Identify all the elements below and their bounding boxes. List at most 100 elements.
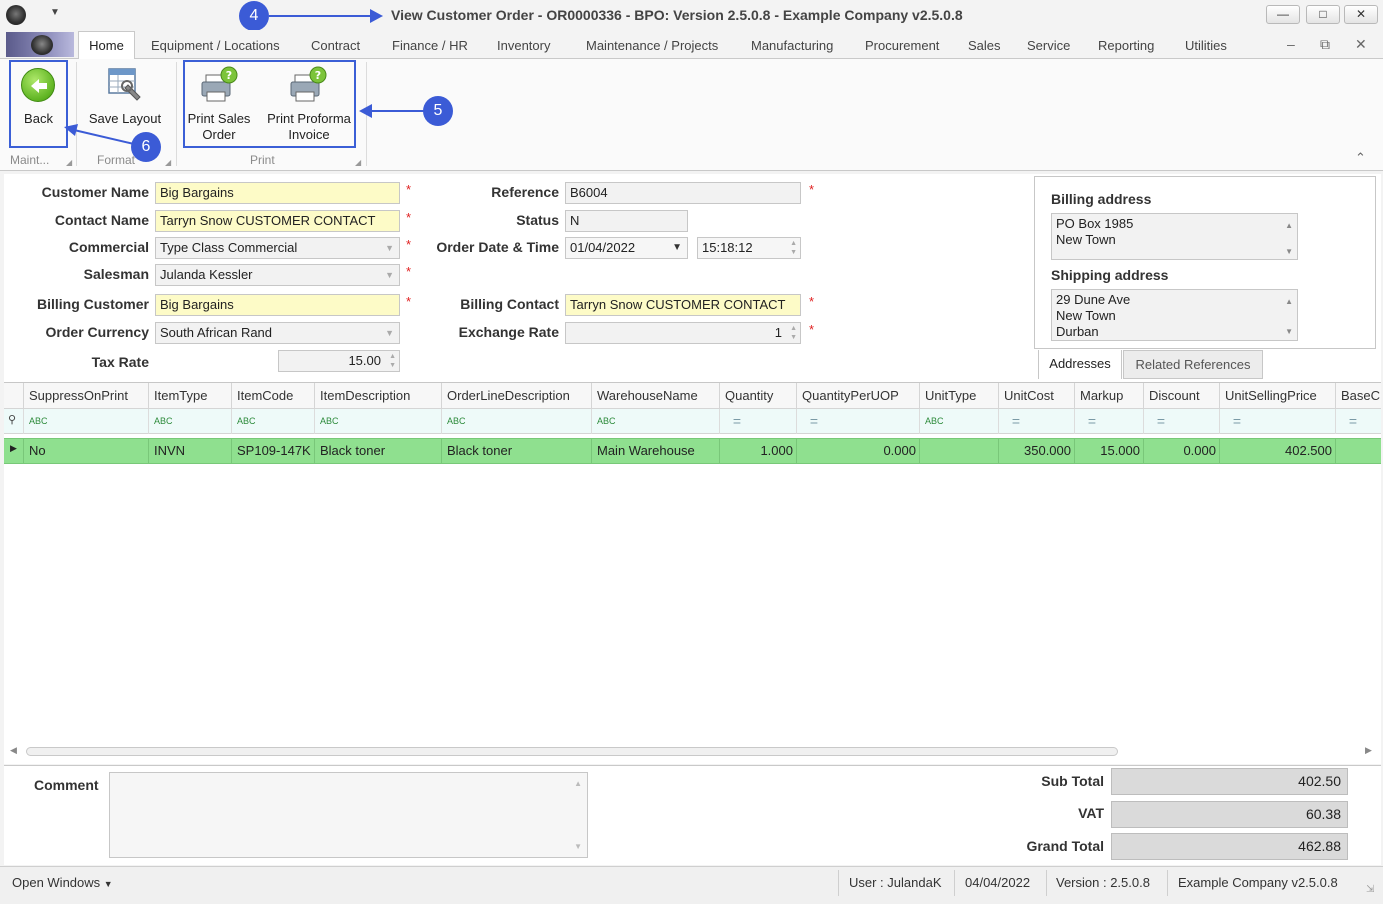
chevron-down-icon[interactable]: ▼ xyxy=(385,238,394,258)
billing-customer-field[interactable]: Big Bargains xyxy=(155,294,400,316)
group-expander-icon[interactable]: ◢ xyxy=(355,158,361,167)
comment-textarea[interactable]: ▲ ▼ xyxy=(109,772,588,858)
filter-cell[interactable]: = xyxy=(1074,409,1109,434)
filter-cell[interactable]: ABC xyxy=(314,409,441,434)
spin-down-icon[interactable]: ▼ xyxy=(389,362,396,370)
spin-up-icon[interactable]: ▲ xyxy=(790,325,797,333)
grid-cell[interactable]: 1.000 xyxy=(719,438,797,464)
scroll-right-icon[interactable]: ▶ xyxy=(1365,745,1372,756)
tab-equipment-locations[interactable]: Equipment / Locations xyxy=(151,38,280,53)
filter-cell[interactable]: ABC xyxy=(231,409,315,434)
tab-manufacturing[interactable]: Manufacturing xyxy=(751,38,833,53)
resize-grip-icon[interactable]: ⇲ xyxy=(1366,884,1374,895)
reference-field[interactable]: B6004 xyxy=(565,182,801,204)
column-header[interactable]: Discount xyxy=(1143,383,1220,409)
scroll-up-icon[interactable]: ▲ xyxy=(1285,218,1293,234)
grid-cell[interactable]: Black toner xyxy=(314,438,441,464)
filter-cell[interactable]: = xyxy=(719,409,754,434)
group-expander-icon[interactable]: ◢ xyxy=(66,158,72,167)
scroll-down-icon[interactable]: ▼ xyxy=(574,842,582,851)
order-time-field[interactable]: 15:18:12 ▲ ▼ xyxy=(697,237,801,259)
spin-down-icon[interactable]: ▼ xyxy=(790,334,797,342)
grid-cell[interactable] xyxy=(1335,438,1381,464)
column-header[interactable]: SuppressOnPrint xyxy=(23,383,149,409)
column-header[interactable]: Quantity xyxy=(719,383,797,409)
mdi-close-button[interactable]: ✕ xyxy=(1355,36,1367,53)
ribbon-collapse-icon[interactable]: ⌃ xyxy=(1355,150,1366,166)
column-header[interactable]: Markup xyxy=(1074,383,1144,409)
column-header[interactable]: OrderLineDescription xyxy=(441,383,591,409)
column-header[interactable]: ItemCode xyxy=(231,383,315,409)
tab-reporting[interactable]: Reporting xyxy=(1098,38,1154,53)
filter-cell[interactable]: ABC xyxy=(441,409,591,434)
scroll-up-icon[interactable]: ▲ xyxy=(1285,294,1293,310)
spin-up-icon[interactable]: ▲ xyxy=(389,353,396,361)
grid-cell[interactable]: 402.500 xyxy=(1219,438,1336,464)
grid-cell[interactable]: 350.000 xyxy=(998,438,1075,464)
column-header[interactable]: BaseC xyxy=(1335,383,1381,409)
group-expander-icon[interactable]: ◢ xyxy=(165,158,171,167)
grid-cell[interactable]: INVN xyxy=(148,438,231,464)
column-header[interactable]: ItemType xyxy=(148,383,231,409)
chevron-down-icon[interactable]: ▼ xyxy=(385,323,394,343)
tab-service[interactable]: Service xyxy=(1027,38,1070,53)
grid-cell[interactable]: 0.000 xyxy=(796,438,920,464)
filter-cell[interactable]: = xyxy=(796,409,831,434)
grid-cell[interactable]: 0.000 xyxy=(1143,438,1220,464)
quick-access-dropdown-icon[interactable]: ▼ xyxy=(50,7,60,18)
grid-cell[interactable]: Black toner xyxy=(441,438,591,464)
filter-cell[interactable]: ABC xyxy=(148,409,231,434)
tab-inventory[interactable]: Inventory xyxy=(497,38,550,53)
contact-name-field[interactable]: Tarryn Snow CUSTOMER CONTACT xyxy=(155,210,400,232)
mdi-minimize-button[interactable]: – xyxy=(1287,36,1295,52)
tab-procurement[interactable]: Procurement xyxy=(865,38,939,53)
filter-cell[interactable]: = xyxy=(1143,409,1178,434)
grid-cell[interactable]: Main Warehouse xyxy=(591,438,719,464)
tab-maintenance-projects[interactable]: Maintenance / Projects xyxy=(586,38,718,53)
calendar-dropdown-icon[interactable]: ▼ xyxy=(672,238,682,258)
column-header[interactable]: UnitSellingPrice xyxy=(1219,383,1336,409)
salesman-dropdown[interactable]: Julanda Kessler ▼ xyxy=(155,264,400,286)
filter-cell[interactable]: ABC xyxy=(23,409,149,434)
filter-cell[interactable]: ABC xyxy=(591,409,719,434)
maximize-button[interactable]: □ xyxy=(1306,5,1340,24)
exchange-rate-spinner[interactable]: 1 ▲ ▼ xyxy=(565,322,801,344)
close-button[interactable]: ✕ xyxy=(1344,5,1378,24)
grid-cell[interactable]: 15.000 xyxy=(1074,438,1144,464)
tab-related-references[interactable]: Related References xyxy=(1123,350,1263,379)
column-header[interactable]: UnitType xyxy=(919,383,999,409)
column-header[interactable]: WarehouseName xyxy=(591,383,719,409)
spin-up-icon[interactable]: ▲ xyxy=(790,240,797,248)
scroll-up-icon[interactable]: ▲ xyxy=(574,779,582,788)
grid-cell[interactable]: SP109-147K xyxy=(231,438,315,464)
filter-cell[interactable]: = xyxy=(1219,409,1254,434)
filter-cell[interactable]: = xyxy=(998,409,1033,434)
tab-contract[interactable]: Contract xyxy=(311,38,360,53)
grid-cell[interactable] xyxy=(919,438,999,464)
filter-cell[interactable]: ABC xyxy=(919,409,999,434)
horizontal-scrollbar[interactable] xyxy=(26,747,1118,756)
shipping-address-box[interactable]: 29 Dune Ave New Town Durban ▲ ▼ xyxy=(1051,289,1298,341)
column-header[interactable]: UnitCost xyxy=(998,383,1075,409)
tab-finance-hr[interactable]: Finance / HR xyxy=(392,38,468,53)
scroll-down-icon[interactable]: ▼ xyxy=(1285,244,1293,260)
commercial-dropdown[interactable]: Type Class Commercial ▼ xyxy=(155,237,400,259)
order-currency-dropdown[interactable]: South African Rand ▼ xyxy=(155,322,400,344)
scroll-down-icon[interactable]: ▼ xyxy=(1285,324,1293,340)
grid-cell[interactable]: No xyxy=(23,438,149,464)
order-date-field[interactable]: 01/04/2022 ▼ xyxy=(565,237,688,259)
chevron-down-icon[interactable]: ▼ xyxy=(385,265,394,285)
spin-down-icon[interactable]: ▼ xyxy=(790,249,797,257)
app-logo-icon[interactable] xyxy=(6,5,26,25)
minimize-button[interactable]: — xyxy=(1266,5,1300,24)
scroll-left-icon[interactable]: ◀ xyxy=(10,745,17,756)
tax-rate-spinner[interactable]: 15.00 ▲ ▼ xyxy=(278,350,400,372)
tab-addresses[interactable]: Addresses xyxy=(1038,350,1122,379)
tab-home[interactable]: Home xyxy=(78,31,135,60)
billing-address-box[interactable]: PO Box 1985 New Town ▲ ▼ xyxy=(1051,213,1298,260)
customer-name-field[interactable]: Big Bargains xyxy=(155,182,400,204)
column-header[interactable]: QuantityPerUOP xyxy=(796,383,920,409)
filter-cell[interactable]: = xyxy=(1335,409,1370,434)
tab-sales[interactable]: Sales xyxy=(968,38,1001,53)
mdi-restore-button[interactable]: ⧉ xyxy=(1320,36,1330,53)
